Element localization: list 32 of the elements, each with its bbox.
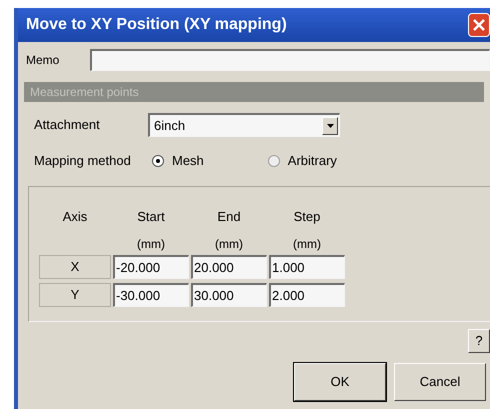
mapping-method-label: Mapping method	[34, 152, 132, 170]
radio-button[interactable]	[268, 155, 280, 167]
attachment-label: Attachment	[34, 116, 101, 134]
cancel-button[interactable]: Cancel	[394, 363, 486, 401]
column-header: Axis	[62, 208, 88, 226]
memo-label: Memo	[25, 52, 60, 69]
window-title: Move to XY Position (XY mapping)	[26, 15, 287, 35]
value-field[interactable]: 20.000	[191, 255, 267, 279]
close-icon	[473, 19, 485, 31]
value-field[interactable]: -20.000	[113, 255, 189, 279]
column-header: End	[217, 208, 241, 226]
axis-label: X	[39, 255, 111, 279]
memo-field[interactable]	[90, 49, 490, 71]
radio-label: Arbitrary	[288, 152, 337, 170]
unit-label: (mm)	[215, 236, 243, 252]
axis-label: Y	[39, 283, 111, 307]
unit-label: (mm)	[293, 236, 321, 252]
ok-button[interactable]: OK	[294, 363, 386, 401]
close-button[interactable]	[468, 13, 490, 37]
value-field[interactable]: 1.000	[269, 255, 345, 279]
attachment-dropdown[interactable]: 6inch	[148, 113, 340, 137]
radio-button[interactable]	[152, 155, 164, 167]
column-header: Step	[294, 208, 320, 226]
help-button[interactable]: ?	[468, 329, 490, 353]
radio-label: Mesh	[172, 152, 204, 170]
column-header: Start	[137, 208, 165, 226]
dropdown-arrow-icon	[326, 124, 334, 128]
value-field[interactable]: -30.000	[113, 283, 189, 307]
section-title: Measurement points	[30, 84, 139, 101]
unit-label: (mm)	[137, 236, 165, 252]
value-field[interactable]: 30.000	[191, 283, 267, 307]
value-field[interactable]: 2.000	[269, 283, 345, 307]
